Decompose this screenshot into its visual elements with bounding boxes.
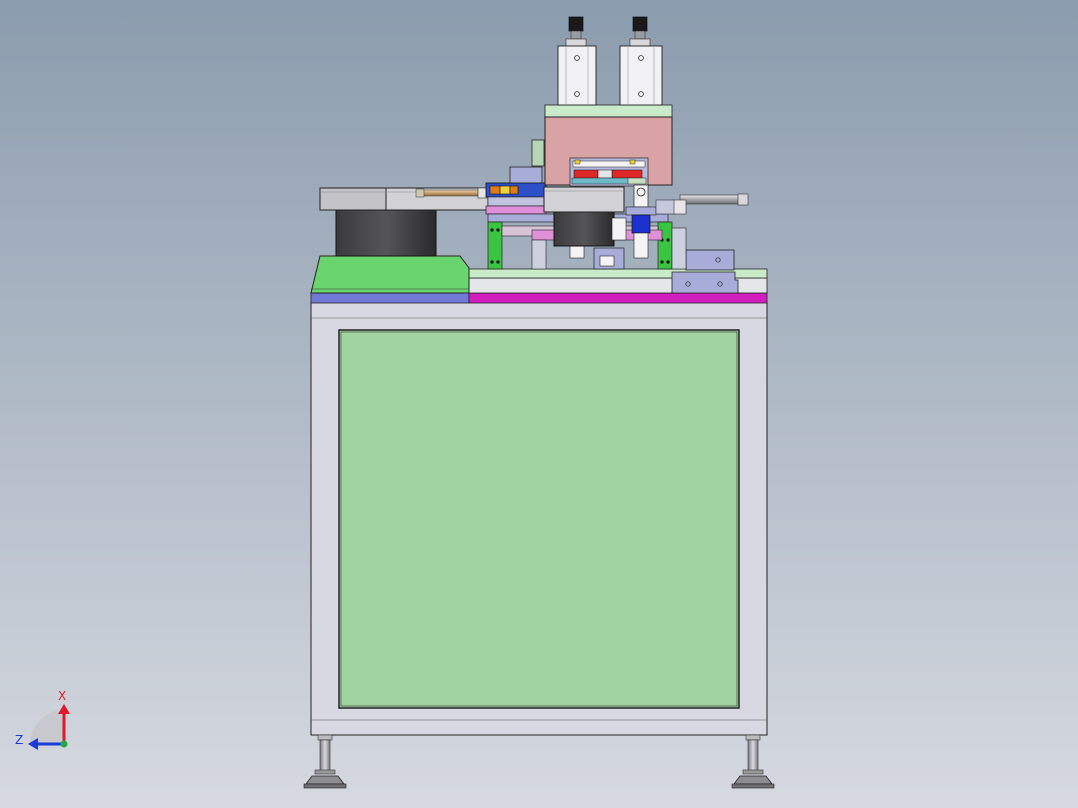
machine-frame: [310, 301, 768, 736]
y-axis-dot: [60, 740, 68, 748]
green-post-left: [487, 221, 503, 270]
blue-strip: [310, 292, 470, 304]
front-panel: [338, 329, 740, 709]
magenta-strip: [468, 292, 768, 304]
x-axis-label: X: [58, 689, 66, 703]
green-post-right: [657, 221, 673, 270]
blue-actuator: [631, 214, 651, 234]
cad-viewport[interactable]: X Z: [0, 0, 1078, 808]
z-axis-label: Z: [15, 733, 23, 747]
